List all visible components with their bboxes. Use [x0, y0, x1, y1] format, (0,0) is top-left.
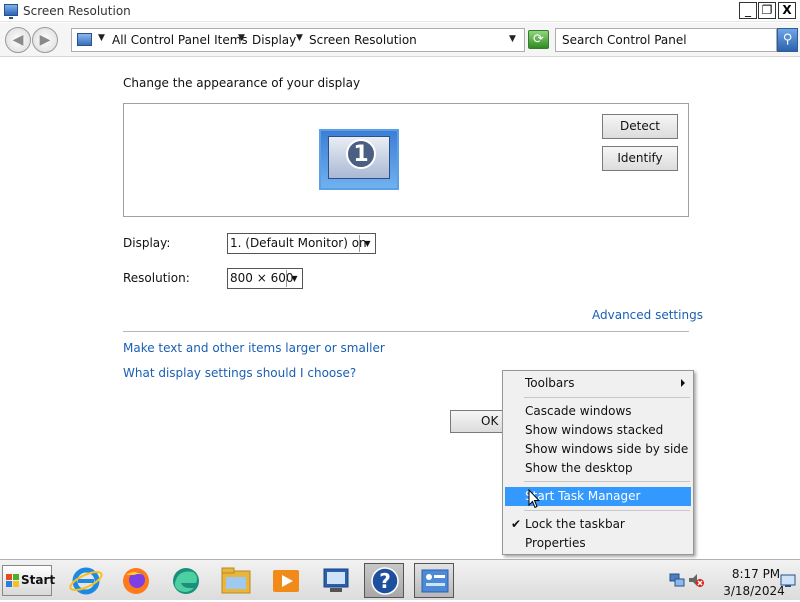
volume-muted-icon[interactable] [688, 572, 704, 588]
menu-item-show-the-desktop[interactable]: Show the desktop [505, 459, 691, 478]
computer-icon[interactable] [316, 563, 356, 598]
show-desktop-icon[interactable] [780, 574, 796, 588]
menu-item-cascade-windows[interactable]: Cascade windows [505, 402, 691, 421]
search-icon[interactable]: ⚲ [777, 28, 798, 52]
page-heading: Change the appearance of your display [123, 76, 361, 90]
menu-item-label: Lock the taskbar [525, 517, 625, 531]
start-label: Start [21, 573, 56, 587]
resolution-select-value: 800 × 600 [230, 271, 294, 285]
breadcrumb-screen-resolution[interactable]: Screen Resolution [309, 33, 417, 47]
checkmark-icon: ✔ [511, 517, 522, 531]
title-bar: Screen Resolution _ ❐ X [0, 0, 800, 22]
taskbar: Start ? 8:17 PM 3/18/2024 [0, 559, 800, 600]
breadcrumb-separator-icon[interactable]: ▼ [296, 33, 303, 43]
start-button[interactable]: Start [2, 565, 56, 596]
clock-time[interactable]: 8:17 PM [726, 567, 786, 581]
firefox-icon[interactable] [116, 563, 156, 598]
display-select[interactable]: 1. (Default Monitor) on ▼ [227, 233, 376, 254]
display-select-value: 1. (Default Monitor) on [230, 236, 367, 250]
monitor-number: 1 [353, 142, 369, 167]
edge-icon[interactable] [166, 563, 206, 598]
breadcrumb-all-items[interactable]: All Control Panel Items [112, 33, 248, 47]
system-tray: 8:17 PM 3/18/2024 [664, 564, 800, 598]
svg-text:?: ? [379, 569, 391, 593]
window-title: Screen Resolution [23, 4, 131, 18]
address-bar: ◀ ▶ ▼ All Control Panel Items ▼ Display … [0, 23, 800, 57]
chevron-down-icon[interactable]: ▼ [359, 235, 375, 252]
menu-item-show-windows-side-by-side[interactable]: Show windows side by side [505, 440, 691, 459]
resolution-label: Resolution: [123, 271, 190, 285]
menu-item-label: Toolbars [525, 376, 575, 390]
close-button[interactable]: X [778, 2, 796, 19]
windows-logo-icon [6, 574, 19, 587]
submenu-arrow-icon [681, 379, 685, 387]
breadcrumb-display[interactable]: Display [252, 33, 296, 47]
menu-item-show-windows-stacked[interactable]: Show windows stacked [505, 421, 691, 440]
control-panel-icon [77, 33, 92, 46]
detect-button[interactable]: Detect [602, 114, 678, 139]
forward-button[interactable]: ▶ [32, 27, 58, 53]
divider [123, 331, 689, 332]
screen-resolution-icon [4, 4, 18, 19]
monitor-number-badge: 1 [346, 139, 376, 169]
internet-explorer-icon[interactable] [66, 563, 106, 598]
minimize-button[interactable]: _ [739, 2, 757, 19]
media-player-icon[interactable] [266, 563, 306, 598]
text-size-link[interactable]: Make text and other items larger or smal… [123, 341, 385, 355]
back-button[interactable]: ◀ [5, 27, 31, 53]
identify-button[interactable]: Identify [602, 146, 678, 171]
search-input[interactable]: Search Control Panel [555, 28, 777, 52]
restore-button[interactable]: ❐ [758, 2, 776, 19]
breadcrumb-dropdown-icon[interactable]: ▼ [98, 33, 105, 43]
address-history-dropdown-icon[interactable]: ▼ [509, 34, 516, 44]
display-help-link[interactable]: What display settings should I choose? [123, 366, 356, 380]
monitor-screen: 1 [328, 136, 390, 179]
menu-separator [524, 481, 690, 482]
advanced-settings-link[interactable]: Advanced settings [592, 308, 703, 322]
refresh-icon[interactable]: ⟳ [528, 30, 549, 49]
taskbar-context-menu: Toolbars Cascade windows Show windows st… [502, 370, 694, 555]
menu-item-lock-the-taskbar[interactable]: ✔ Lock the taskbar [505, 515, 691, 534]
display-label: Display: [123, 236, 171, 250]
breadcrumb-separator-icon[interactable]: ▼ [238, 33, 245, 43]
mouse-cursor-icon [528, 489, 540, 509]
menu-item-properties[interactable]: Properties [505, 534, 691, 553]
help-icon[interactable]: ? [364, 563, 404, 598]
file-explorer-icon[interactable] [216, 563, 256, 598]
address-box[interactable]: ▼ All Control Panel Items ▼ Display ▼ Sc… [71, 28, 525, 52]
resolution-select[interactable]: 800 × 600 ▼ [227, 268, 303, 289]
chevron-down-icon[interactable]: ▼ [286, 270, 302, 287]
network-icon[interactable] [669, 572, 685, 588]
monitor-panel: 1 Detect Identify [123, 103, 689, 217]
control-panel-icon[interactable] [414, 563, 454, 598]
menu-item-toolbars[interactable]: Toolbars [505, 374, 691, 393]
menu-separator [524, 397, 690, 398]
menu-separator [524, 510, 690, 511]
clock-date[interactable]: 3/18/2024 [719, 584, 789, 598]
monitor-icon[interactable]: 1 [319, 129, 399, 190]
